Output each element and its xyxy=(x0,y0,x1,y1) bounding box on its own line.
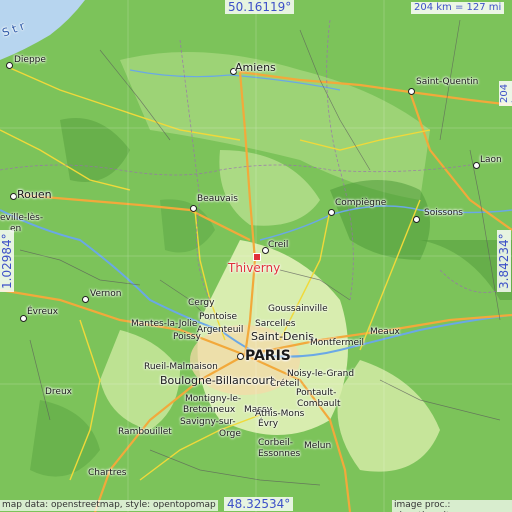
place-meaux: Meaux xyxy=(370,327,400,337)
place-chartres: Chartres xyxy=(88,468,127,478)
coord-bottom: 48.32534° xyxy=(224,497,294,511)
place-dieppe: Dieppe xyxy=(14,55,46,65)
location-marker[interactable] xyxy=(253,253,261,261)
place-montfermeil: Montfermeil xyxy=(310,338,365,348)
place-corbeil: Corbeil- xyxy=(258,438,293,448)
city-dot-vernon xyxy=(82,296,89,303)
place-grand-quevilly: eville-lès- xyxy=(0,213,44,223)
coord-top: 50.16119° xyxy=(225,0,295,14)
place-pontoise: Pontoise xyxy=(199,312,238,322)
place-corbeil-line2: Essonnes xyxy=(258,449,301,459)
coord-right: 3.84234° xyxy=(497,230,511,292)
city-dot-compiegne xyxy=(328,209,335,216)
city-dot-paris xyxy=(237,353,244,360)
place-pontault: Pontault- xyxy=(296,388,337,398)
credit-image-proc: image proc.: elevation.city xyxy=(392,500,512,512)
place-dreux: Dreux xyxy=(45,387,72,397)
place-rouen: Rouen xyxy=(17,188,52,201)
place-amiens: Amiens xyxy=(235,61,276,74)
credit-map-data: map data: openstreetmap, style: opentopo… xyxy=(0,500,218,511)
place-athis: Athis-Mons xyxy=(255,409,305,419)
place-vernon: Vernon xyxy=(90,289,122,299)
place-evry: Évry xyxy=(258,419,279,429)
place-creteil: Créteil xyxy=(270,379,300,389)
place-savigny: Savigny-sur- xyxy=(180,417,236,427)
city-dot-laon xyxy=(473,162,480,169)
place-rueil: Rueil-Malmaison xyxy=(144,362,218,372)
place-goussainville: Goussainville xyxy=(268,304,328,314)
place-paris: PARIS xyxy=(245,348,291,364)
place-laon: Laon xyxy=(480,155,502,165)
city-dot-rouen xyxy=(10,193,17,200)
place-pontault-line2: Combault xyxy=(297,399,341,409)
place-saint-denis: Saint-Denis xyxy=(251,330,315,343)
coord-left: 1.02984° xyxy=(0,230,14,292)
place-argenteuil: Argenteuil xyxy=(197,325,244,335)
scale-vertical: 204 km = 127 mi xyxy=(499,80,512,106)
place-boulogne: Boulogne-Billancourt xyxy=(160,374,275,387)
terrain-map[interactable]: Dieppe Amiens Saint-Quentin Laon Rouen e… xyxy=(0,0,512,512)
place-cergy: Cergy xyxy=(188,298,215,308)
place-savigny-line2: Orge xyxy=(219,429,241,439)
city-dot-soissons xyxy=(413,216,420,223)
city-dot-evreux xyxy=(20,315,27,322)
place-soissons: Soissons xyxy=(424,208,463,218)
city-dot-beauvais xyxy=(190,205,197,212)
city-dot-saint-quentin xyxy=(408,88,415,95)
place-creil: Creil xyxy=(268,240,289,250)
place-compiegne: Compiègne xyxy=(335,198,387,208)
place-montigny: Montigny-le- xyxy=(185,394,242,404)
place-thiverny-highlight: Thiverny xyxy=(228,261,281,275)
place-mantes: Mantes-la-Jolie xyxy=(131,319,198,329)
place-rambouillet: Rambouillet xyxy=(118,427,172,437)
scale-horizontal: 204 km = 127 mi xyxy=(411,2,505,14)
place-melun: Melun xyxy=(304,441,332,451)
place-beauvais: Beauvais xyxy=(197,194,238,204)
place-noisy: Noisy-le-Grand xyxy=(287,369,355,379)
place-sarcelles: Sarcelles xyxy=(255,319,296,329)
place-evreux: Évreux xyxy=(27,307,59,317)
place-saint-quentin: Saint-Quentin xyxy=(416,77,479,87)
place-montigny-line2: Bretonneux xyxy=(183,405,236,415)
city-dot-dieppe xyxy=(6,62,13,69)
place-poissy: Poissy xyxy=(173,332,201,342)
